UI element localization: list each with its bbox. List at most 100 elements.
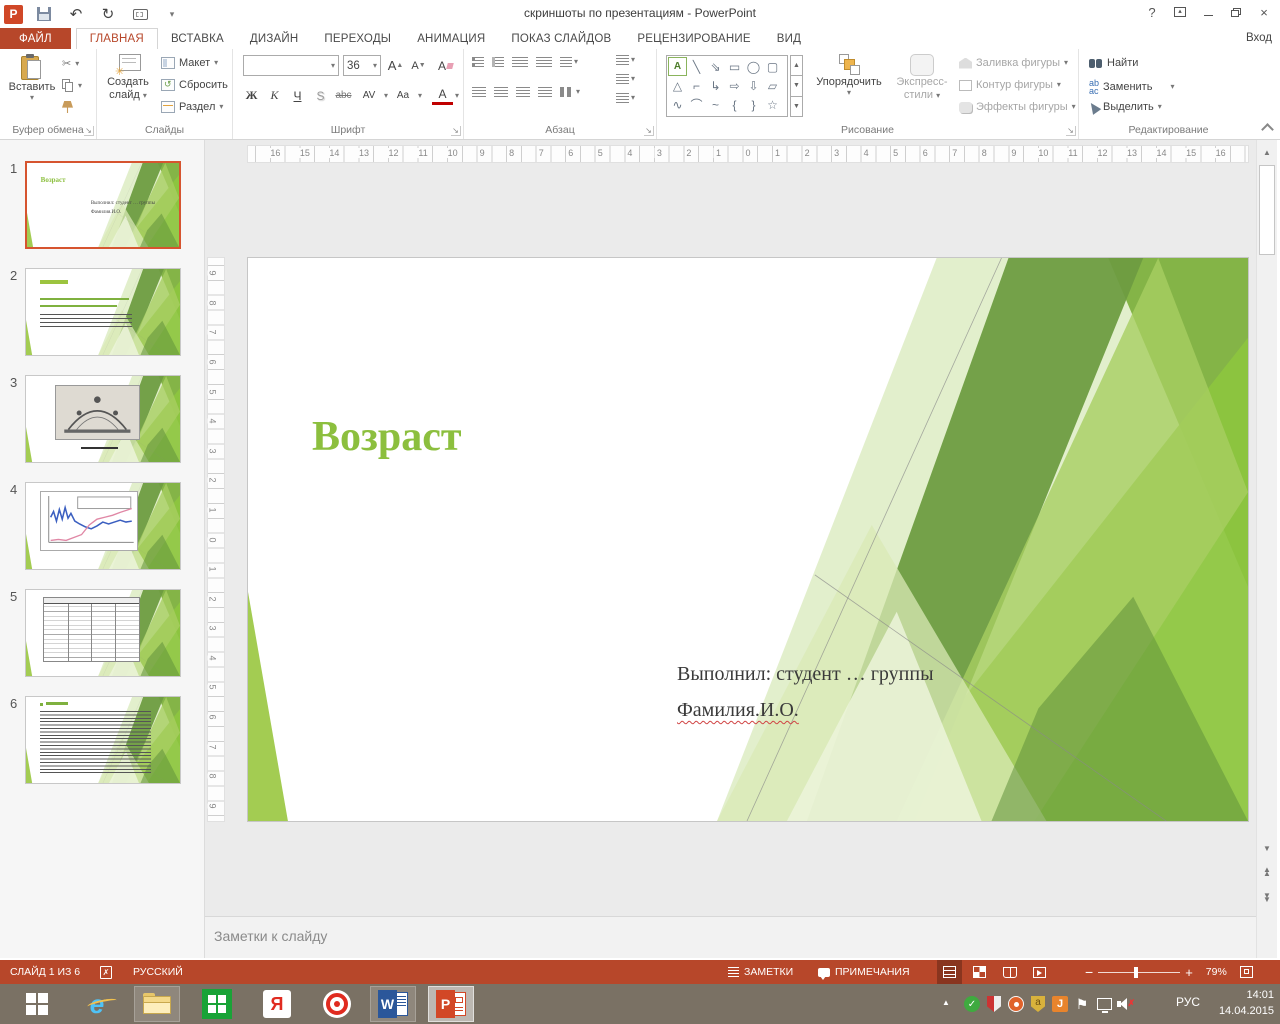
numbering-button[interactable] [492, 57, 504, 67]
arrow-shape[interactable]: ⇘ [706, 57, 725, 76]
new-slide-button[interactable]: ✳ Создать слайд ▾ [102, 54, 154, 102]
notes-pane[interactable]: Заметки к слайду [205, 916, 1256, 958]
find-button[interactable]: Найти [1089, 57, 1138, 69]
tab-вставка[interactable]: ВСТАВКА [158, 28, 237, 49]
slide-thumbnail-5[interactable]: 5 [0, 589, 205, 681]
tray-defender-icon[interactable] [984, 994, 1004, 1014]
line-spacing-button[interactable]: ▾ [560, 57, 578, 67]
shape-outline-button[interactable]: Контур фигуры ▾ [959, 79, 1061, 91]
screen-clip-icon[interactable] [129, 3, 151, 25]
slide-thumbnail-2[interactable]: 2 [0, 268, 205, 360]
section-button[interactable]: Раздел ▾ [161, 101, 223, 113]
slide-thumbnail-4[interactable]: 4 [0, 482, 205, 574]
scroll-down-button[interactable]: ▼ [1259, 840, 1275, 856]
tray-java-icon[interactable]: J [1050, 994, 1070, 1014]
right-brace-shape[interactable]: } [744, 95, 763, 114]
char-spacing-button[interactable]: AV [356, 85, 382, 106]
right-arrow-shape[interactable]: ⇨ [725, 76, 744, 95]
undo-icon[interactable]: ↶ [65, 3, 87, 25]
line-shape[interactable]: ╲ [687, 57, 706, 76]
left-brace-shape[interactable]: { [725, 95, 744, 114]
font-size-combobox[interactable]: 36 ▾ [343, 55, 381, 76]
taskbar-clock[interactable]: 14:01 14.04.2015 [1219, 987, 1274, 1019]
tab-показ-слайдов[interactable]: ПОКАЗ СЛАЙДОВ [498, 28, 624, 49]
scrollbar-thumb[interactable] [1259, 165, 1275, 255]
powerpoint-logo-icon[interactable]: P [4, 4, 23, 24]
redo-icon[interactable]: ↻ [97, 3, 119, 25]
zoom-slider-thumb[interactable] [1134, 966, 1139, 978]
italic-button[interactable]: К [264, 85, 285, 106]
taskbar-powerpoint[interactable]: P [428, 986, 474, 1022]
taskbar-yandex-browser[interactable] [314, 986, 360, 1022]
align-text-button[interactable]: ▾ [616, 74, 635, 84]
tray-antivirus-icon[interactable]: ✓ [962, 994, 982, 1014]
oval-shape[interactable]: ◯ [744, 57, 763, 76]
slide-title-text[interactable]: Возраст [312, 413, 462, 461]
slideshow-button[interactable] [1027, 960, 1052, 984]
underline-button[interactable]: Ч [287, 85, 308, 106]
taskbar-start-button[interactable] [14, 986, 60, 1022]
cut-button[interactable]: ✂ ▾ [62, 57, 79, 70]
increase-indent-button[interactable] [536, 57, 552, 67]
shrink-font-button[interactable]: А ▼ [408, 55, 429, 76]
hidden-icons-button[interactable]: ▲ [942, 998, 950, 1007]
replace-button[interactable]: ab ac Заменить ▾ [1089, 79, 1174, 96]
slide-subtitle-line2[interactable]: Фамилия.И.О. [677, 699, 799, 722]
tray-amigo-icon[interactable]: a [1028, 994, 1048, 1014]
rounded-rectangle-shape[interactable]: ▢ [763, 57, 782, 76]
taskbar-file-explorer[interactable] [134, 986, 180, 1022]
triangle-shape[interactable]: △ [668, 76, 687, 95]
text-box-shape[interactable]: A [668, 57, 687, 76]
format-painter-button[interactable] [62, 101, 73, 113]
scroll-up-button[interactable]: ▲ [1259, 144, 1275, 160]
collapse-ribbon-button[interactable] [1261, 123, 1274, 136]
scribble-shape[interactable]: ∿ [668, 95, 687, 114]
save-icon[interactable] [33, 3, 55, 25]
tray-record-icon[interactable] [1006, 994, 1026, 1014]
ribbon-display-options-button[interactable]: ▴ [1166, 0, 1194, 24]
tab-анимация[interactable]: АНИМАЦИЯ [404, 28, 498, 49]
convert-smartart-button[interactable]: ▾ [616, 93, 635, 103]
down-arrow-shape[interactable]: ⇩ [744, 76, 763, 95]
layout-button[interactable]: Макет ▾ [161, 57, 218, 69]
clear-formatting-button[interactable]: А [435, 55, 456, 76]
justify-button[interactable] [538, 87, 552, 97]
comments-toggle-button[interactable]: ПРИМЕЧАНИЯ [818, 960, 910, 984]
taskbar-language[interactable]: РУС [1176, 995, 1200, 1009]
tab-файл[interactable]: ФАЙЛ [0, 28, 71, 49]
clipboard-dialog-launcher[interactable]: ↘ [84, 126, 94, 136]
slide-thumbnail-3[interactable]: 3 [0, 375, 205, 467]
strikethrough-button[interactable]: abc [333, 85, 354, 106]
notes-toggle-button[interactable]: ЗАМЕТКИ [728, 960, 793, 984]
zoom-slider[interactable] [1098, 966, 1181, 978]
tab-дизайн[interactable]: ДИЗАЙН [237, 28, 311, 49]
zoom-level[interactable]: 79% [1206, 966, 1227, 978]
tab-главная[interactable]: ГЛАВНАЯ [75, 28, 158, 49]
tab-рецензирование[interactable]: РЕЦЕНЗИРОВАНИЕ [624, 28, 763, 49]
paragraph-dialog-launcher[interactable]: ↘ [644, 126, 654, 136]
slide-thumbnail-6[interactable]: 6 [0, 696, 205, 788]
align-left-button[interactable] [472, 87, 486, 97]
qat-menu-icon[interactable]: ▾ [161, 3, 183, 25]
font-name-combobox[interactable]: ▾ [243, 55, 339, 76]
bold-button[interactable]: Ж [241, 85, 262, 106]
change-case-button[interactable]: Aa [390, 85, 416, 106]
taskbar-yandex-search[interactable]: Я [254, 986, 300, 1022]
restore-button[interactable] [1222, 0, 1250, 24]
spellcheck-indicator[interactable]: ✗ [100, 960, 112, 984]
minimize-button[interactable] [1194, 0, 1222, 24]
shape-effects-button[interactable]: Эффекты фигуры ▾ [959, 101, 1076, 113]
tray-network-icon[interactable] [1094, 994, 1114, 1014]
vertical-ruler[interactable]: 9 8 7 6 5 4 3 2 1 0 1 2 3 4 5 6 7 8 9 [207, 257, 225, 822]
shadow-button[interactable]: S [310, 85, 331, 106]
horizontal-ruler[interactable]: 16 15 14 13 12 11 10 9 8 7 6 5 4 3 2 1 0 1 2 3 4 5 6 7 8 9 10 11 12 1… [247, 145, 1249, 163]
shape-fill-button[interactable]: Заливка фигуры ▾ [959, 57, 1068, 69]
taskbar-internet-explorer[interactable]: e [74, 986, 120, 1022]
taskbar-word[interactable]: W [370, 986, 416, 1022]
font-dialog-launcher[interactable]: ↘ [451, 126, 461, 136]
grow-font-button[interactable]: А ▲ [385, 55, 406, 76]
gallery-more-button[interactable]: ▼ [790, 96, 803, 117]
tab-вид[interactable]: ВИД [764, 28, 814, 49]
tray-volume-muted-icon[interactable]: ✗ [1116, 994, 1136, 1014]
slide-number-indicator[interactable]: СЛАЙД 1 ИЗ 6 [10, 960, 80, 984]
